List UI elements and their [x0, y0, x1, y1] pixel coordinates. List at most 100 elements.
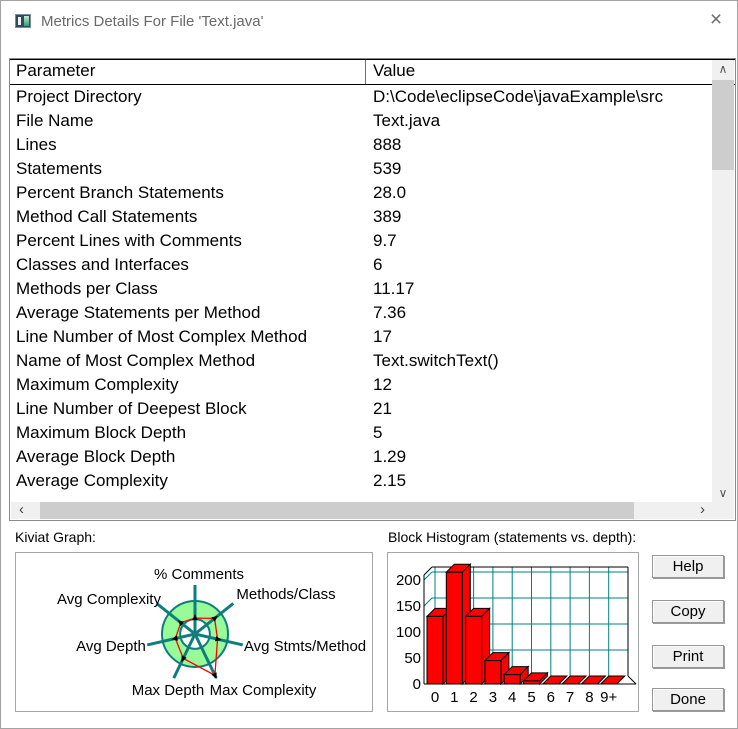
window-title: Metrics Details For File 'Text.java'	[41, 13, 264, 30]
svg-text:1: 1	[450, 689, 458, 706]
value-cell: 888	[373, 135, 402, 154]
parameter-cell: Methods per Class	[16, 279, 158, 298]
table-row[interactable]: Line Number of Deepest Block 21	[10, 397, 713, 421]
table-row[interactable]: Statements 539	[10, 157, 713, 181]
parameter-cell: Average Statements per Method	[16, 303, 261, 322]
svg-text:150: 150	[396, 598, 421, 615]
parameter-cell: Percent Lines with Comments	[16, 231, 242, 250]
table-row[interactable]: Maximum Complexity 12	[10, 373, 713, 397]
parameter-cell: Method Call Statements	[16, 207, 198, 226]
parameter-cell: Statements	[16, 159, 102, 178]
value-cell: 21	[373, 399, 392, 418]
table-row[interactable]: Method Call Statements 389	[10, 205, 713, 229]
svg-text:0: 0	[431, 689, 439, 706]
scroll-down-icon[interactable]: ∨	[712, 485, 734, 502]
block-histogram-svg: 0501001502000 1 2 3 4 5 6 7 8 9+	[396, 562, 637, 706]
svg-text:200: 200	[396, 572, 421, 589]
value-cell: 12	[373, 375, 392, 394]
svg-text:Avg Complexity: Avg Complexity	[57, 591, 161, 608]
svg-text:100: 100	[396, 624, 421, 641]
svg-text:% Comments: % Comments	[154, 566, 244, 583]
value-cell: Text.switchText()	[373, 351, 499, 370]
value-cell: 6	[373, 255, 383, 274]
table-row[interactable]: Project Directory D:\Code\eclipseCode\ja…	[10, 85, 713, 109]
kiviat-graph: % Comments Methods/Class Avg Stmts/Method M…	[15, 552, 373, 712]
table-row[interactable]: Average Statements per Method 7.36	[10, 301, 713, 325]
parameter-cell: Lines	[16, 135, 57, 154]
scroll-left-icon[interactable]: ‹	[13, 502, 30, 519]
column-header-value[interactable]: Value	[365, 60, 735, 84]
parameter-cell: Average Complexity	[16, 471, 168, 490]
svg-text:5: 5	[527, 689, 535, 706]
value-cell: 17	[373, 327, 392, 346]
parameter-cell: Percent Branch Statements	[16, 183, 224, 202]
svg-text:Max Complexity: Max Complexity	[210, 682, 317, 699]
copy-button[interactable]: Copy	[652, 600, 724, 623]
table-row[interactable]: Methods per Class 11.17	[10, 277, 713, 301]
parameter-cell: Maximum Block Depth	[16, 423, 187, 442]
vertical-scrollbar[interactable]: ∧ ∨	[712, 60, 734, 503]
value-cell: 5	[373, 423, 383, 442]
titlebar[interactable]: Metrics Details For File 'Text.java' ×	[1, 1, 737, 45]
parameter-cell: Average Block Depth	[16, 447, 176, 466]
svg-text:50: 50	[404, 650, 421, 667]
block-histogram: 0 50 100 150 200 0 1 2 3 4 5 6 7 8 9+	[387, 552, 639, 712]
app-icon	[15, 14, 31, 28]
scroll-right-icon[interactable]: ›	[694, 502, 711, 519]
table-row[interactable]: Lines 888	[10, 133, 713, 157]
parameter-cell: Line Number of Deepest Block	[16, 399, 247, 418]
close-icon[interactable]: ×	[701, 7, 731, 35]
value-cell: 389	[373, 207, 402, 226]
svg-text:2: 2	[469, 689, 477, 706]
svg-text:0: 0	[413, 676, 421, 693]
value-cell: 2.15	[373, 471, 407, 490]
svg-text:9+: 9+	[600, 689, 617, 706]
svg-text:7: 7	[566, 689, 574, 706]
table-row[interactable]: Maximum Block Depth 5	[10, 421, 713, 445]
value-cell: Text.java	[373, 111, 441, 130]
svg-text:Avg Stmts/Method: Avg Stmts/Method	[244, 638, 366, 655]
svg-text:Methods/Class: Methods/Class	[236, 586, 335, 603]
parameter-cell: Maximum Complexity	[16, 375, 179, 394]
metrics-table: Parameter Value Project Directory D:\Cod…	[9, 58, 736, 521]
column-header-parameter[interactable]: Parameter	[10, 60, 365, 84]
kiviat-graph-svg: % Comments Methods/Class Avg Stmts/Method M…	[57, 566, 366, 699]
svg-text:3: 3	[489, 689, 497, 706]
kiviat-graph-label: Kiviat Graph:	[15, 529, 96, 545]
table-row[interactable]: Average Block Depth 1.29	[10, 445, 713, 469]
table-row[interactable]: Name of Most Complex Method Text.switchT…	[10, 349, 713, 373]
value-cell: 7.36	[373, 303, 407, 322]
table-row[interactable]: Average Complexity 2.15	[10, 469, 713, 493]
table-row[interactable]: Percent Lines with Comments 9.7	[10, 229, 713, 253]
value-cell: 9.7	[373, 231, 397, 250]
table-row[interactable]: Percent Branch Statements 28.0	[10, 181, 713, 205]
table-row[interactable]: File Name Text.java	[10, 109, 713, 133]
parameter-cell: Classes and Interfaces	[16, 255, 189, 274]
done-button[interactable]: Done	[652, 688, 724, 711]
value-cell: 11.17	[373, 279, 415, 298]
help-button[interactable]: Help	[652, 555, 724, 578]
svg-text:Avg Depth: Avg Depth	[76, 638, 146, 655]
svg-text:Max Depth: Max Depth	[132, 682, 205, 699]
parameter-cell: Line Number of Most Complex Method	[16, 327, 308, 346]
parameter-cell: Name of Most Complex Method	[16, 351, 256, 370]
value-cell: 28.0	[373, 183, 407, 202]
svg-text:6: 6	[547, 689, 555, 706]
scroll-up-icon[interactable]: ∧	[712, 61, 734, 78]
table-row[interactable]: Line Number of Most Complex Method 17	[10, 325, 713, 349]
vertical-scrollbar-thumb[interactable]	[712, 80, 734, 170]
horizontal-scrollbar-thumb[interactable]	[40, 502, 634, 519]
parameter-cell: File Name	[16, 111, 94, 130]
block-histogram-label: Block Histogram (statements vs. depth):	[388, 529, 637, 545]
horizontal-scrollbar[interactable]: ‹ ›	[11, 502, 713, 519]
metrics-details-dialog: Metrics Details For File 'Text.java' × P…	[0, 0, 738, 729]
value-cell: D:\Code\eclipseCode\javaExample\src	[373, 87, 664, 106]
table-header: Parameter Value	[10, 59, 735, 85]
table-row[interactable]: Classes and Interfaces 6	[10, 253, 713, 277]
svg-text:8: 8	[585, 689, 593, 706]
table-body: Project Directory D:\Code\eclipseCode\ja…	[10, 85, 713, 493]
value-cell: 1.29	[373, 447, 407, 466]
value-cell: 539	[373, 159, 402, 178]
print-button[interactable]: Print	[652, 645, 724, 668]
scrollbar-corner	[712, 502, 734, 519]
